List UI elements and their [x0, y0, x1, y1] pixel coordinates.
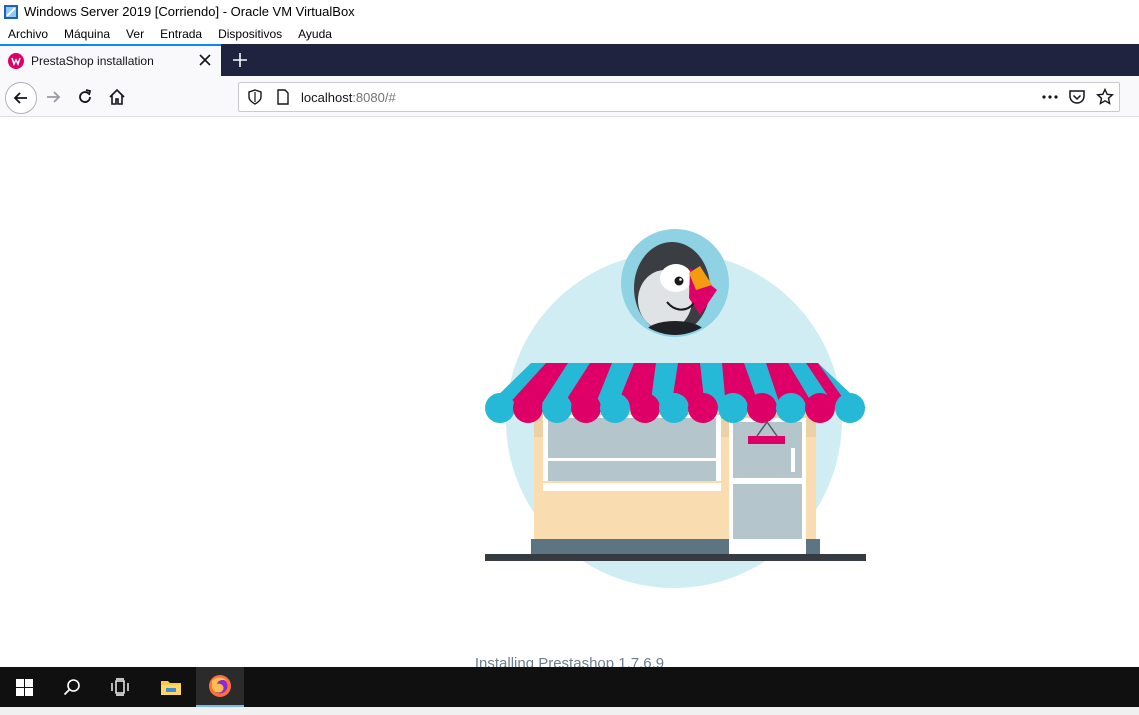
new-tab-icon[interactable] [230, 50, 250, 70]
menu-maquina[interactable]: Máquina [56, 27, 118, 41]
pocket-icon[interactable] [1068, 88, 1086, 106]
url-host: localhost [301, 89, 353, 105]
back-arrow-icon [13, 92, 27, 104]
window-title: Windows Server 2019 [Corriendo] - Oracle… [24, 4, 355, 19]
more-actions-icon[interactable] [1041, 88, 1059, 106]
page-info-icon[interactable] [275, 89, 291, 105]
page-content: Installing Prestashop 1.7.6.9 [0, 118, 1139, 667]
start-icon [15, 678, 33, 696]
menu-entrada[interactable]: Entrada [152, 27, 210, 41]
shield-icon[interactable] [247, 89, 263, 105]
door-sign [748, 436, 785, 444]
store-window-glass [548, 418, 716, 458]
menu-ayuda[interactable]: Ayuda [290, 27, 340, 41]
bookmark-star-icon[interactable] [1096, 88, 1114, 106]
menu-bar: Archivo Máquina Ver Entrada Dispositivos… [0, 23, 1139, 44]
home-icon [109, 88, 125, 105]
reload-button[interactable] [71, 83, 99, 111]
start-button[interactable] [0, 667, 48, 707]
search-icon [63, 679, 80, 696]
menu-ver[interactable]: Ver [118, 27, 152, 41]
tab-title: PrestaShop installation [31, 54, 154, 68]
search-button[interactable] [48, 667, 96, 707]
store-window-glass-lower [565, 461, 695, 481]
taskbar [0, 667, 1139, 707]
install-status-text: Installing Prestashop 1.7.6.9 [474, 655, 665, 667]
store-illustration [485, 229, 866, 588]
reload-icon [79, 89, 92, 103]
file-explorer-icon [161, 681, 181, 695]
address-bar[interactable]: localhost:8080/# [238, 82, 1120, 112]
window-titlebar: Windows Server 2019 [Corriendo] - Oracle… [0, 0, 1139, 23]
tab-bar: PrestaShop installation [0, 44, 1139, 76]
menu-dispositivos[interactable]: Dispositivos [210, 27, 290, 41]
home-button[interactable] [103, 83, 131, 111]
navigation-toolbar: localhost:8080/# [0, 76, 1139, 117]
task-view-icon [111, 678, 129, 696]
door-handle [791, 448, 795, 472]
ground-line [485, 554, 866, 561]
file-explorer-button[interactable] [147, 667, 195, 707]
virtualbox-icon [4, 4, 18, 19]
url-path: :8080/# [352, 89, 396, 105]
url-text[interactable]: localhost:8080/# [301, 90, 396, 105]
firefox-taskbar-button[interactable] [196, 667, 244, 707]
window-sill [543, 483, 721, 491]
menu-archivo[interactable]: Archivo [0, 27, 56, 41]
forward-arrow-icon [47, 91, 61, 103]
vm-status-bar [0, 707, 1139, 715]
task-view-button[interactable] [96, 667, 144, 707]
prestashop-favicon-icon [8, 53, 24, 69]
close-tab-icon[interactable] [197, 52, 213, 68]
back-button[interactable] [5, 82, 37, 114]
firefox-icon [209, 675, 231, 697]
tab-prestashop[interactable]: PrestaShop installation [0, 44, 221, 76]
forward-button[interactable] [39, 83, 67, 111]
